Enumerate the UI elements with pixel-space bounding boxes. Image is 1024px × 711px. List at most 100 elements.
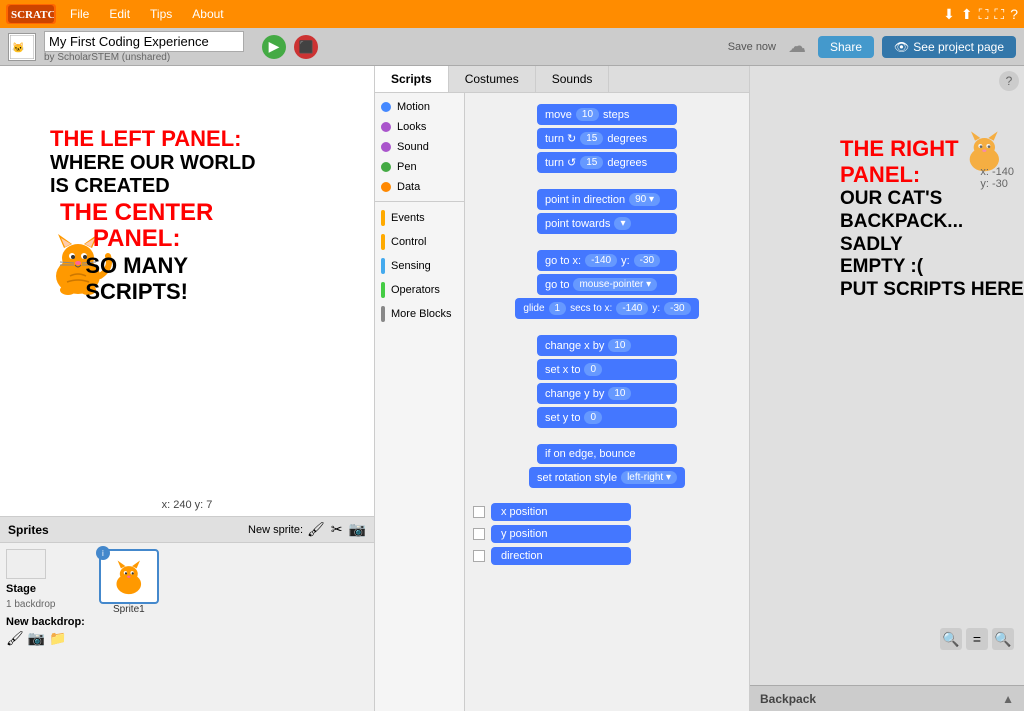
category-control[interactable]: Control bbox=[375, 230, 464, 254]
block-change-y[interactable]: change y by 10 bbox=[537, 383, 677, 404]
block-glide-secs: 1 bbox=[549, 302, 567, 315]
zoom-reset-button[interactable]: = bbox=[966, 628, 988, 650]
sprite1-name: Sprite1 bbox=[113, 604, 145, 615]
data-label: Data bbox=[397, 181, 420, 193]
category-data[interactable]: Data bbox=[375, 177, 464, 197]
category-looks[interactable]: Looks bbox=[375, 117, 464, 137]
left-panel-subtitle: WHERE OUR WORLD IS CREATED bbox=[50, 152, 256, 198]
block-turn-left[interactable]: turn ↺ 15 degrees bbox=[537, 152, 677, 173]
backpack-label: Backpack bbox=[760, 692, 816, 706]
blocks-area: THE CENTER PANEL: SO MANY SCRIPTS! move … bbox=[465, 93, 749, 711]
category-motion[interactable]: Motion bbox=[375, 97, 464, 117]
operators-line bbox=[381, 282, 385, 298]
tab-scripts[interactable]: Scripts bbox=[375, 66, 449, 92]
fullscreen-icon[interactable]: ⛶ bbox=[979, 6, 989, 23]
new-backdrop-label: New backdrop: bbox=[6, 616, 85, 628]
block-rotation-style[interactable]: set rotation style left-right ▾ bbox=[529, 467, 685, 488]
more-blocks-label: More Blocks bbox=[391, 308, 452, 320]
header-bar: 🐱 by ScholarSTEM (unshared) ▶ ⬛ Save now… bbox=[0, 28, 1024, 66]
tab-costumes[interactable]: Costumes bbox=[449, 66, 536, 92]
green-flag-button[interactable]: ▶ bbox=[262, 35, 286, 59]
menu-about[interactable]: About bbox=[186, 5, 229, 23]
category-sensing[interactable]: Sensing bbox=[375, 254, 464, 278]
tab-sounds[interactable]: Sounds bbox=[536, 66, 610, 92]
menu-edit[interactable]: Edit bbox=[103, 5, 136, 23]
category-more-blocks[interactable]: More Blocks bbox=[375, 302, 464, 326]
category-sound[interactable]: Sound bbox=[375, 137, 464, 157]
menu-file[interactable]: File bbox=[64, 5, 95, 23]
block-turn-left-val: 15 bbox=[580, 156, 603, 169]
block-rotation-val[interactable]: left-right ▾ bbox=[621, 471, 677, 484]
tabs-bar: Scripts Costumes Sounds bbox=[375, 66, 749, 93]
block-point-towards[interactable]: point towards ▾ bbox=[537, 213, 677, 234]
block-x-position[interactable]: x position bbox=[491, 503, 631, 521]
block-direction[interactable]: direction bbox=[491, 547, 631, 565]
camera-sprite-icon[interactable]: 📷 bbox=[349, 521, 366, 538]
stage-thumbnail[interactable] bbox=[6, 549, 46, 579]
upload-icon[interactable]: ⬆ bbox=[961, 6, 973, 23]
block-turn-right-val: 15 bbox=[580, 132, 603, 145]
block-goto-mousepointer[interactable]: go to mouse-pointer ▾ bbox=[537, 274, 677, 295]
block-change-x[interactable]: change x by 10 bbox=[537, 335, 677, 356]
right-content: ? x: -140 y: -30 THE RIG bbox=[750, 66, 1024, 685]
sprites-header: Sprites New sprite: 🖌 ✂ 📷 bbox=[0, 517, 374, 543]
block-gap-5 bbox=[469, 491, 745, 501]
help-icon[interactable]: ? bbox=[1010, 6, 1018, 22]
sensing-line bbox=[381, 258, 385, 274]
category-pen[interactable]: Pen bbox=[375, 157, 464, 177]
sprite1-thumbnail[interactable]: i bbox=[99, 549, 159, 604]
left-panel: THE LEFT PANEL: WHERE OUR WORLD IS CREAT… bbox=[0, 66, 375, 711]
left-panel-title: THE LEFT PANEL: bbox=[50, 126, 256, 152]
category-operators[interactable]: Operators bbox=[375, 278, 464, 302]
block-glide[interactable]: glide 1 secs to x: -140 y: -30 bbox=[515, 298, 698, 319]
block-gap-2 bbox=[469, 237, 745, 247]
block-move-steps[interactable]: move 10 steps bbox=[537, 104, 677, 125]
see-project-button[interactable]: 👁 See project page bbox=[882, 36, 1016, 58]
cloud-icon: ☁ bbox=[788, 36, 806, 57]
more-blocks-line bbox=[381, 306, 385, 322]
right-panel: ? x: -140 y: -30 THE RIG bbox=[750, 66, 1024, 711]
sprite1-item[interactable]: i Sprite1 bbox=[99, 549, 159, 649]
download-icon[interactable]: ⬇ bbox=[943, 6, 955, 23]
compact-icon[interactable]: ⛶ bbox=[994, 6, 1004, 23]
block-towards-val[interactable]: ▾ bbox=[614, 217, 631, 230]
block-direction-checkbox[interactable] bbox=[473, 550, 485, 562]
block-x-position-checkbox[interactable] bbox=[473, 506, 485, 518]
block-set-y-val: 0 bbox=[584, 411, 602, 424]
block-y-position-checkbox[interactable] bbox=[473, 528, 485, 540]
folder-backdrop-icon[interactable]: 📁 bbox=[49, 630, 66, 647]
block-point-direction[interactable]: point in direction 90 ▾ bbox=[537, 189, 677, 210]
block-y-position[interactable]: y position bbox=[491, 525, 631, 543]
block-goto-target[interactable]: mouse-pointer ▾ bbox=[573, 278, 657, 291]
right-panel-title: THE RIGHT PANEL: bbox=[840, 136, 1024, 188]
block-if-on-edge[interactable]: if on edge, bounce bbox=[537, 444, 677, 464]
red-stop-button[interactable]: ⬛ bbox=[294, 35, 318, 59]
block-set-y[interactable]: set y to 0 bbox=[537, 407, 677, 428]
zoom-out-button[interactable]: 🔍 bbox=[940, 628, 962, 650]
menu-tips[interactable]: Tips bbox=[144, 5, 178, 23]
coord-display: x: 240 y: 7 bbox=[162, 499, 213, 511]
sound-label: Sound bbox=[397, 141, 429, 153]
block-set-x[interactable]: set x to 0 bbox=[537, 359, 677, 380]
looks-label: Looks bbox=[397, 121, 426, 133]
backpack-bar[interactable]: Backpack ▲ bbox=[750, 685, 1024, 711]
paint-sprite-icon[interactable]: 🖌 bbox=[307, 521, 325, 538]
project-title-area: by ScholarSTEM (unshared) bbox=[44, 31, 244, 63]
block-direction-row: direction bbox=[469, 545, 745, 567]
cat-sprite[interactable] bbox=[40, 226, 115, 304]
block-turn-right[interactable]: turn ↻ 15 degrees bbox=[537, 128, 677, 149]
block-goto-xy[interactable]: go to x: -140 y: -30 bbox=[537, 250, 677, 271]
category-events[interactable]: Events bbox=[375, 206, 464, 230]
add-sprite-icon[interactable]: ✂ bbox=[331, 521, 343, 538]
block-goto-y-val: -30 bbox=[634, 254, 660, 267]
block-direction-val[interactable]: 90 ▾ bbox=[629, 193, 660, 206]
block-x-position-row: x position bbox=[469, 501, 745, 523]
help-button[interactable]: ? bbox=[999, 71, 1019, 91]
pen-label: Pen bbox=[397, 161, 417, 173]
zoom-in-button[interactable]: 🔍 bbox=[992, 628, 1014, 650]
photo-backdrop-icon[interactable]: 📷 bbox=[28, 630, 45, 647]
paint-backdrop-icon[interactable]: 🖌 bbox=[6, 630, 24, 647]
project-name-input[interactable] bbox=[44, 31, 244, 52]
main-layout: THE LEFT PANEL: WHERE OUR WORLD IS CREAT… bbox=[0, 66, 1024, 711]
share-button[interactable]: Share bbox=[818, 36, 874, 58]
